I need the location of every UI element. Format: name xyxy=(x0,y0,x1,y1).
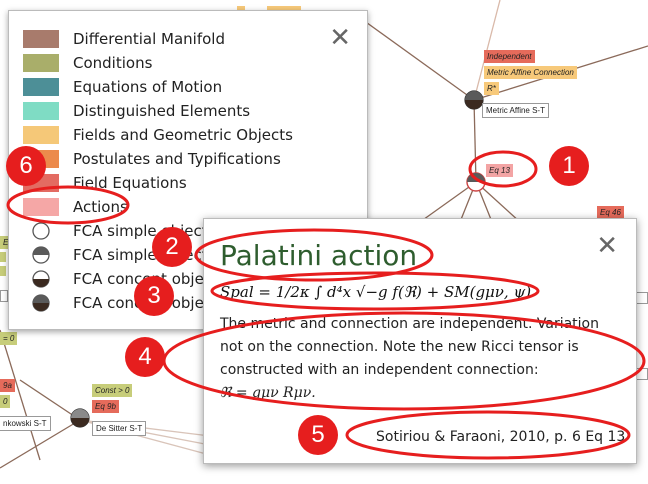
legend-item-fca-concept-object: FCA concept object xyxy=(23,293,218,313)
detail-popup: ✕ Palatini action Spal = 1/2κ ∫ d⁴x √−g … xyxy=(203,218,637,464)
node-tag-metric-affine-st[interactable]: Metric Affine S-T xyxy=(482,103,549,118)
popup-description: The metric and connection are independen… xyxy=(220,313,620,405)
legend-label: Postulates and Typifications xyxy=(73,150,281,168)
fca-concept-node[interactable] xyxy=(70,408,90,428)
legend-swatch xyxy=(23,30,59,48)
graph-edge xyxy=(19,379,81,421)
node-tag-cond-zero[interactable]: = 0 xyxy=(0,332,18,345)
legend-item-postulates: Postulates and Typifications xyxy=(23,149,281,169)
legend-item-conditions: Conditions xyxy=(23,53,152,73)
node-tag-fragment xyxy=(636,368,648,380)
node-tag-eq9a[interactable]: 9a xyxy=(0,379,15,392)
annotation-number: 2 xyxy=(152,227,192,267)
legend-label: Distinguished Elements xyxy=(73,102,251,120)
node-tag-independent[interactable]: Independent xyxy=(484,50,535,63)
legend-label: Actions xyxy=(73,198,128,216)
legend-swatch xyxy=(23,126,59,144)
legend-label: Equations of Motion xyxy=(73,78,223,96)
node-tag-fragment xyxy=(0,290,8,302)
legend-item-differential-manifold: Differential Manifold xyxy=(23,29,225,49)
legend-item-equations-of-motion: Equations of Motion xyxy=(23,77,222,97)
node-tag-eq13[interactable]: Eq 13 xyxy=(486,164,513,177)
legend-label: Differential Manifold xyxy=(73,30,225,48)
node-tag-minkowski-st[interactable]: nkowski S-T xyxy=(0,416,51,431)
legend-close-icon[interactable]: ✕ xyxy=(329,25,351,51)
node-tag-fragment xyxy=(0,252,6,262)
annotation-number: 1 xyxy=(549,146,589,186)
node-tag-fragment xyxy=(636,292,648,304)
annotation-number: 6 xyxy=(6,146,46,186)
node-tag-cond[interactable]: 0 xyxy=(0,395,11,408)
fca-concept-node[interactable] xyxy=(464,90,484,110)
annotation-number: 3 xyxy=(134,276,174,316)
legend-label: Conditions xyxy=(73,54,153,72)
annotation-number: 5 xyxy=(298,415,338,455)
popup-citation: Sotiriou & Faraoni, 2010, p. 6 Eq 13 xyxy=(376,429,626,445)
node-tag-eq9b[interactable]: Eq 9b xyxy=(92,400,119,413)
annotation-number: 4 xyxy=(125,337,165,377)
legend-swatch xyxy=(23,54,59,72)
popup-title: Palatini action xyxy=(220,239,418,272)
node-tag-const[interactable]: Const > 0 xyxy=(92,384,133,397)
node-tag-metric-affine-connection[interactable]: Metric Affine Connection xyxy=(484,66,577,79)
fca-bottom-half-circle-icon xyxy=(23,269,59,289)
legend-item-fca-concept-object: FCA concept object xyxy=(23,269,218,289)
node-tag-de-sitter-st[interactable]: De Sitter S-T xyxy=(92,421,147,436)
fca-empty-circle-icon xyxy=(23,221,59,241)
description-line: constructed with an independent connecti… xyxy=(220,362,539,378)
fca-top-half-circle-icon xyxy=(23,245,59,265)
graph-edge xyxy=(473,99,477,183)
legend-label: Field Equations xyxy=(73,174,187,192)
popup-formula: Spal = 1/2κ ∫ d⁴x √−g f(ℜ) + SM(gμν, ψ) xyxy=(220,283,532,301)
legend-label: Fields and Geometric Objects xyxy=(73,126,293,144)
fca-simple-node[interactable] xyxy=(466,172,486,192)
description-line: The metric and connection are independen… xyxy=(220,316,599,332)
legend-item-actions: Actions xyxy=(23,197,128,217)
legend-swatch xyxy=(23,102,59,120)
legend-swatch xyxy=(23,78,59,96)
description-line: not on the connection. Note the new Ricc… xyxy=(220,339,579,355)
legend-item-fields-geometric-objects: Fields and Geometric Objects xyxy=(23,125,293,145)
legend-swatch xyxy=(23,198,59,216)
node-tag-r-star[interactable]: R* xyxy=(484,82,499,95)
graph-edge xyxy=(351,11,475,101)
legend-item-field-equations: Field Equations xyxy=(23,173,187,193)
node-tag-fragment xyxy=(0,266,6,276)
fca-full-circle-icon xyxy=(23,293,59,313)
popup-close-icon[interactable]: ✕ xyxy=(596,233,618,259)
ricci-equation: ℜ = gμν Rμν. xyxy=(220,385,316,401)
legend-item-distinguished-elements: Distinguished Elements xyxy=(23,101,250,121)
